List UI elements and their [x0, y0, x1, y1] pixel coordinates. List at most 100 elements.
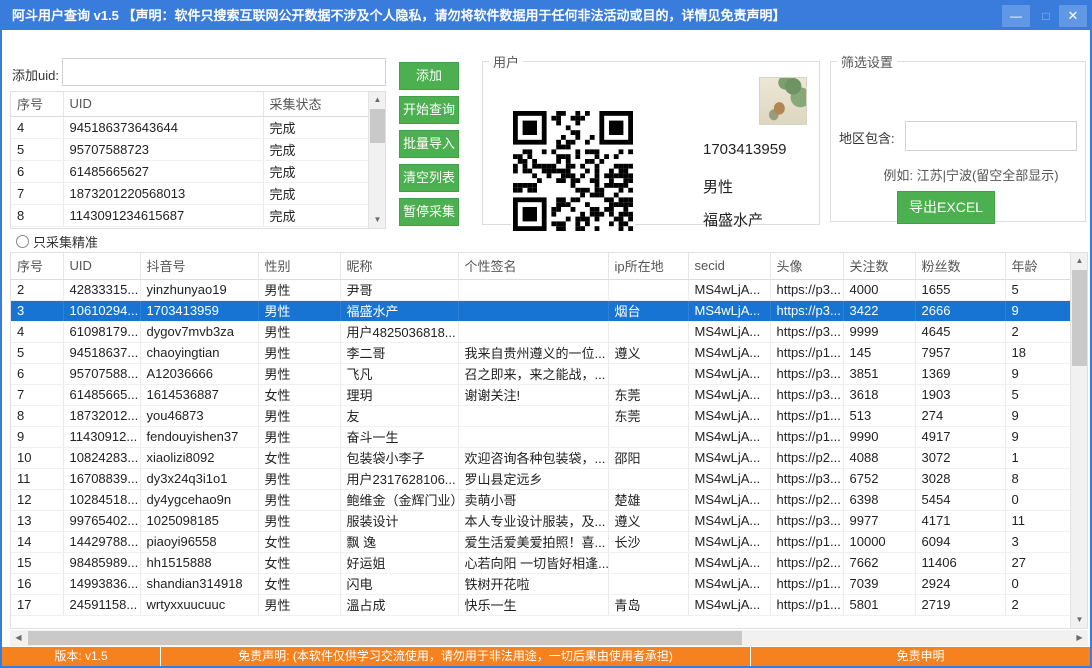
column-header[interactable]: UID — [63, 92, 263, 116]
table-cell: 4 — [11, 116, 63, 138]
disclaimer-link[interactable]: 免责申明 — [750, 647, 1090, 666]
table-cell: https://p3... — [770, 510, 843, 531]
queue-table-scrollbar[interactable]: ▲ ▼ — [368, 92, 385, 228]
column-header[interactable]: 头像 — [770, 253, 843, 279]
table-row[interactable]: 1724591158...wrtyxxuucuuc男性溫占成快乐一生青岛MS4w… — [11, 594, 1071, 615]
table-row[interactable]: 81143091234615687完成 — [11, 204, 369, 226]
table-row[interactable]: 761485665...1614536887女性理玥谢谢关注!东莞MS4wLjA… — [11, 384, 1071, 405]
start-query-button[interactable]: 开始查询 — [399, 96, 459, 124]
title-bar[interactable]: 阿斗用户查询 v1.5 【声明：软件只搜索互联网公开数据不涉及个人隐私，请勿将软… — [2, 2, 1090, 30]
table-row[interactable]: 695707588...A12036666男性飞凡召之即来，来之能战，...MS… — [11, 363, 1071, 384]
scroll-down-icon[interactable]: ▼ — [369, 212, 386, 228]
table-row[interactable]: 1210284518...dy4ygcehao9n男性鲍维金（金辉门业）卖萌小哥… — [11, 489, 1071, 510]
column-header[interactable]: UID — [63, 253, 140, 279]
column-header[interactable]: 年龄 — [1005, 253, 1071, 279]
minimize-button[interactable]: — — [1002, 5, 1030, 27]
table-cell: 1903 — [915, 384, 1005, 405]
column-header[interactable]: 性别 — [258, 253, 340, 279]
column-header[interactable]: 采集状态 — [263, 92, 369, 116]
table-row[interactable]: 1414429788...piaoyi96558女性飘 逸爱生活爱美爱拍照！喜.… — [11, 531, 1071, 552]
scrollbar-thumb[interactable] — [370, 109, 385, 143]
add-button[interactable]: 添加 — [399, 62, 459, 90]
column-header[interactable]: 关注数 — [843, 253, 915, 279]
table-row[interactable]: 1116708839...dy3x24q3i1o1男性用户2317628106.… — [11, 468, 1071, 489]
table-cell: 99765402... — [63, 510, 140, 531]
export-excel-button[interactable]: 导出EXCEL — [897, 191, 995, 224]
maximize-button[interactable]: □ — [1033, 5, 1059, 27]
table-cell: 男性 — [258, 468, 340, 489]
scroll-up-icon[interactable]: ▲ — [1071, 253, 1088, 269]
table-cell: 友 — [340, 405, 458, 426]
table-cell: 95707588... — [63, 363, 140, 384]
table-cell: dy4ygcehao9n — [140, 489, 258, 510]
scroll-down-icon[interactable]: ▼ — [1071, 612, 1088, 628]
results-table-vscrollbar[interactable]: ▲ ▼ — [1070, 253, 1087, 628]
table-cell: 7039 — [843, 573, 915, 594]
scroll-left-icon[interactable]: ◀ — [10, 630, 27, 646]
table-cell: 1 — [1005, 447, 1071, 468]
table-cell: 4917 — [915, 426, 1005, 447]
scrollbar-thumb[interactable] — [1072, 270, 1087, 366]
table-row[interactable]: 4945186373643644完成 — [11, 116, 369, 138]
table-row[interactable]: 242833315...yinzhunyao19男性尹哥MS4wLjA...ht… — [11, 279, 1071, 300]
table-cell: 男性 — [258, 300, 340, 321]
table-cell: 铁树开花啦 — [458, 573, 608, 594]
batch-import-button[interactable]: 批量导入 — [399, 130, 459, 158]
table-cell: 9 — [11, 426, 63, 447]
table-row[interactable]: 818732012...you46873男性友东莞MS4wLjA...https… — [11, 405, 1071, 426]
column-header[interactable]: 昵称 — [340, 253, 458, 279]
table-cell: 3618 — [843, 384, 915, 405]
table-cell: MS4wLjA... — [688, 300, 770, 321]
results-table: 序号UID抖音号性别昵称个性签名ip所在地secid头像关注数粉丝数年龄 242… — [10, 252, 1088, 629]
table-cell: 61485665627 — [63, 160, 263, 182]
table-cell: 4000 — [843, 279, 915, 300]
user-gender-text: 男性 — [703, 176, 733, 197]
results-table-hscrollbar[interactable]: ◀ ▶ — [10, 630, 1088, 646]
precise-only-radio[interactable]: 只采集精准 — [16, 232, 98, 251]
table-cell: 男性 — [258, 279, 340, 300]
table-row[interactable]: 461098179...dygov7mvb3za男性用户4825036818..… — [11, 321, 1071, 342]
table-row[interactable]: 1010824283...xiaolizi8092女性包装袋小李子欢迎咨询各种包… — [11, 447, 1071, 468]
scroll-right-icon[interactable]: ▶ — [1071, 630, 1088, 646]
table-cell: 用户4825036818... — [340, 321, 458, 342]
app-window: 阿斗用户查询 v1.5 【声明：软件只搜索互联网公开数据不涉及个人隐私，请勿将软… — [0, 0, 1092, 668]
column-header[interactable]: 粉丝数 — [915, 253, 1005, 279]
table-cell: 完成 — [263, 160, 369, 182]
table-cell: 18 — [1005, 342, 1071, 363]
table-cell: 完成 — [263, 116, 369, 138]
add-uid-input[interactable] — [62, 58, 386, 86]
scrollbar-thumb[interactable] — [28, 631, 742, 645]
table-row[interactable]: 71873201220568013完成 — [11, 182, 369, 204]
table-row[interactable]: 1614993836...shandian314918女性闪电铁树开花啦MS4w… — [11, 573, 1071, 594]
column-header[interactable]: 序号 — [11, 92, 63, 116]
table-row[interactable]: 661485665627完成 — [11, 160, 369, 182]
column-header[interactable]: 个性签名 — [458, 253, 608, 279]
table-cell: 3 — [1005, 531, 1071, 552]
table-cell: 东莞 — [608, 384, 688, 405]
region-filter-input[interactable] — [905, 121, 1077, 151]
column-header[interactable]: 抖音号 — [140, 253, 258, 279]
column-header[interactable]: 序号 — [11, 253, 63, 279]
scroll-up-icon[interactable]: ▲ — [369, 92, 386, 108]
table-cell: 1614536887 — [140, 384, 258, 405]
table-row[interactable]: 1399765402...1025098185男性服装设计本人专业设计服装，及.… — [11, 510, 1071, 531]
column-header[interactable]: secid — [688, 253, 770, 279]
table-cell: 男性 — [258, 489, 340, 510]
column-header[interactable]: ip所在地 — [608, 253, 688, 279]
table-cell: 心若向阳 一切皆好相逢... — [458, 552, 608, 573]
table-cell: 4088 — [843, 447, 915, 468]
table-cell: 本人专业设计服装，及... — [458, 510, 608, 531]
clear-list-button[interactable]: 清空列表 — [399, 164, 459, 192]
table-row[interactable]: 595707588723完成 — [11, 138, 369, 160]
table-row[interactable]: 594518637...chaoyingtian男性李二哥我来自贵州遵义的一位.… — [11, 342, 1071, 363]
table-cell: 溫占成 — [340, 594, 458, 615]
close-button[interactable]: ✕ — [1059, 5, 1087, 27]
table-cell: 东莞 — [608, 405, 688, 426]
table-cell: https://p3... — [770, 279, 843, 300]
pause-collect-button[interactable]: 暂停采集 — [399, 198, 459, 226]
table-row[interactable]: 310610294...1703413959男性福盛水产烟台MS4wLjA...… — [11, 300, 1071, 321]
table-cell: 5 — [1005, 279, 1071, 300]
table-row[interactable]: 911430912...fendouyishen37男性奋斗一生MS4wLjA.… — [11, 426, 1071, 447]
table-row[interactable]: 1598485989...hh1515888女性好运姐心若向阳 一切皆好相逢..… — [11, 552, 1071, 573]
table-cell — [458, 279, 608, 300]
